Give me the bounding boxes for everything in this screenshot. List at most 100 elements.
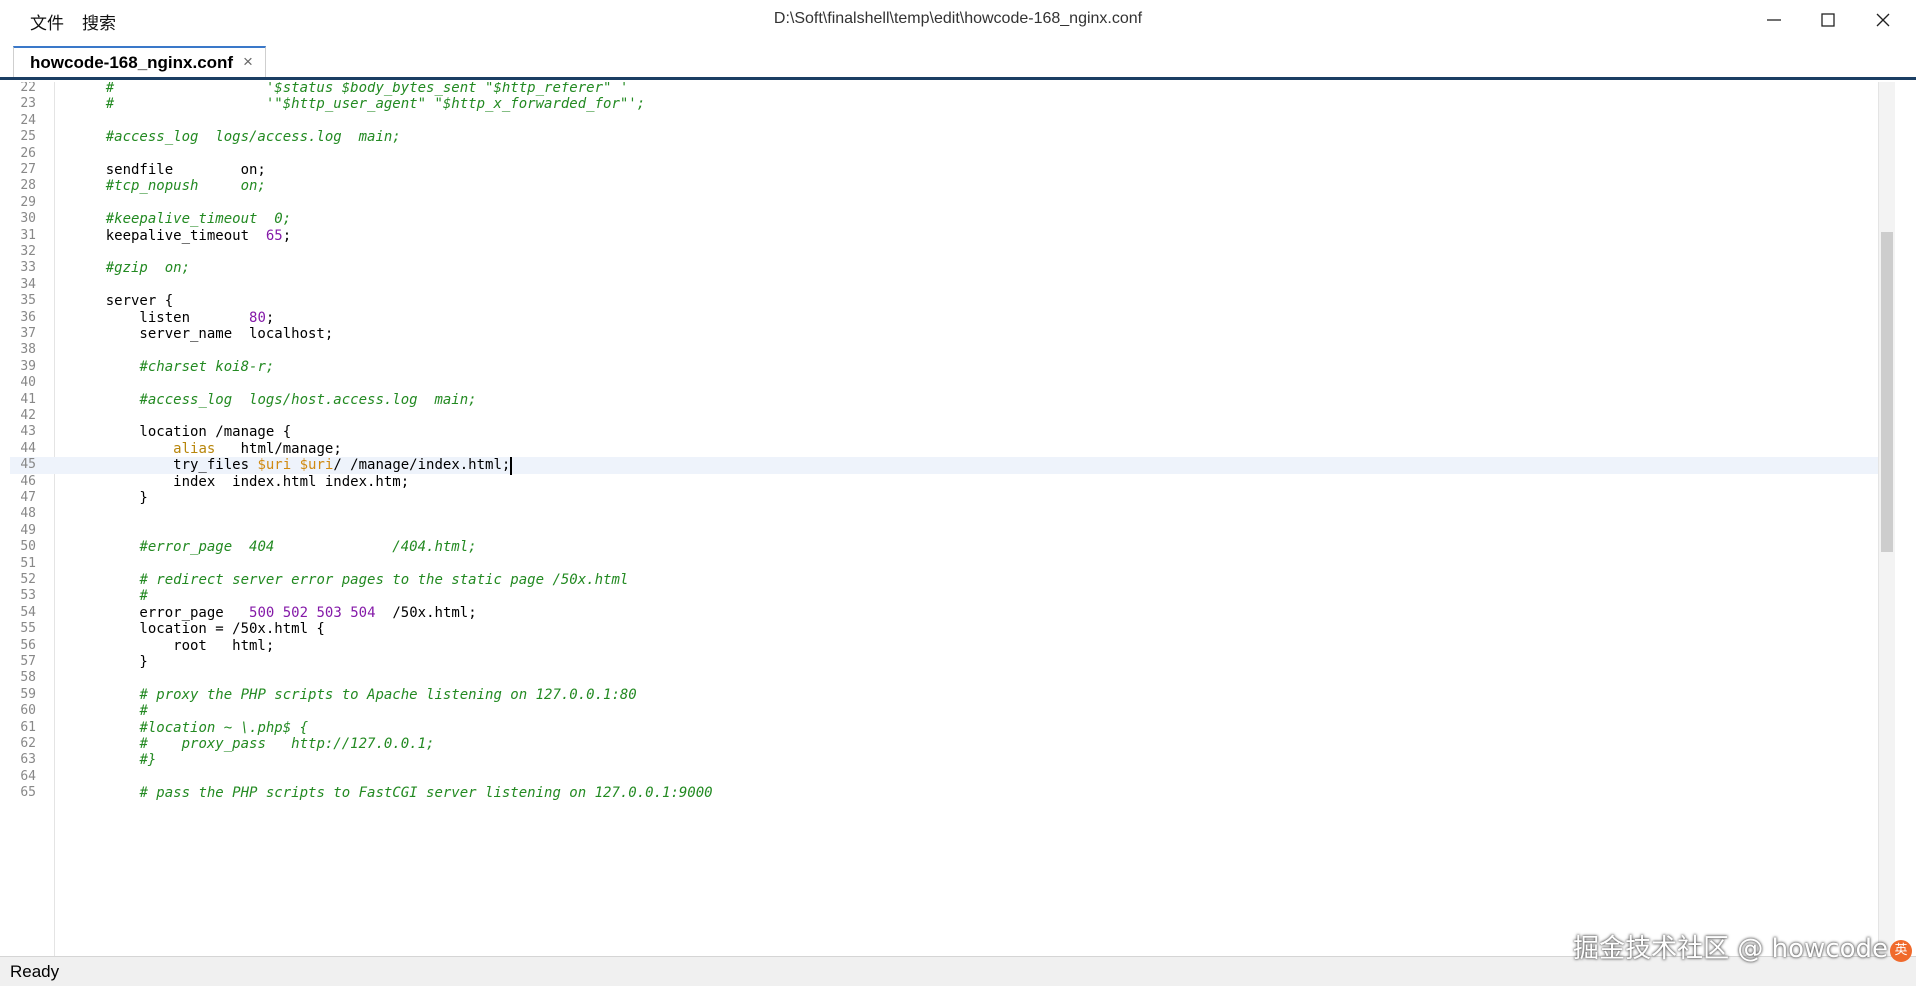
line-number: 56 — [20, 637, 36, 653]
ime-indicator[interactable]: 英 — [1890, 940, 1912, 962]
code-line[interactable]: 64 — [10, 769, 1878, 785]
code-line[interactable]: 22 # '$status $body_bytes_sent "$http_re… — [10, 82, 1878, 96]
code-line[interactable]: 24 — [10, 113, 1878, 129]
line-number: 31 — [20, 227, 36, 243]
tab-nginx-conf[interactable]: howcode-168_nginx.conf × — [13, 46, 266, 78]
line-code: location = /50x.html { — [72, 621, 325, 638]
line-number: 49 — [20, 522, 36, 538]
close-button[interactable] — [1855, 0, 1911, 40]
line-number: 62 — [20, 736, 36, 751]
line-number: 34 — [20, 276, 36, 292]
code-line[interactable]: 65 # pass the PHP scripts to FastCGI ser… — [10, 785, 1878, 801]
code-line[interactable]: 55 location = /50x.html { — [10, 621, 1878, 637]
code-line[interactable]: 30 #keepalive_timeout 0; — [10, 211, 1878, 227]
tab-close-icon[interactable]: × — [243, 52, 253, 72]
code-line[interactable]: 27 sendfile on; — [10, 162, 1878, 178]
line-number: 59 — [20, 686, 36, 702]
code-line[interactable]: 26 — [10, 146, 1878, 162]
line-number: 54 — [20, 604, 36, 620]
code-line[interactable]: 36 listen 80; — [10, 310, 1878, 326]
code-line[interactable]: 49 — [10, 523, 1878, 539]
scrollbar-thumb[interactable] — [1881, 232, 1893, 552]
line-code: #error_page 404 /404.html; — [139, 539, 477, 556]
code-line[interactable]: 35 server { — [10, 293, 1878, 309]
code-line[interactable]: 38 — [10, 342, 1878, 358]
code-line[interactable]: 44 alias html/manage; — [10, 441, 1878, 457]
close-icon — [1876, 13, 1890, 27]
line-code: sendfile on; — [72, 162, 266, 178]
line-number: 60 — [20, 703, 36, 719]
line-number: 26 — [20, 145, 36, 161]
line-code: #} — [139, 752, 157, 769]
code-line[interactable]: 46 index index.html index.htm; — [10, 474, 1878, 490]
text-caret — [510, 457, 513, 476]
code-line[interactable]: 51 — [10, 556, 1878, 572]
code-line[interactable]: 57 } — [10, 654, 1878, 670]
minimize-button[interactable] — [1746, 0, 1802, 40]
code-line[interactable]: 45 try_files $uri $uri/ /manage/index.ht… — [10, 457, 1878, 476]
code-line[interactable]: 60 # — [10, 703, 1878, 719]
menu-file[interactable]: 文件 — [30, 9, 64, 34]
code-editor[interactable]: 22 # '$status $body_bytes_sent "$http_re… — [10, 82, 1878, 956]
maximize-icon — [1821, 13, 1835, 27]
code-line[interactable]: 39 #charset koi8-r; — [10, 359, 1878, 375]
code-line[interactable]: 23 # '"$http_user_agent" "$http_x_forwar… — [10, 96, 1878, 112]
code-line[interactable]: 52 # redirect server error pages to the … — [10, 572, 1878, 588]
line-code: try_files $uri $uri/ /manage/index.html; — [72, 457, 513, 476]
line-code: #access_log logs/access.log main; — [105, 129, 401, 146]
line-code: # proxy_pass http://127.0.0.1; — [139, 736, 435, 752]
code-line[interactable]: 54 error_page 500 502 503 504 /50x.html; — [10, 605, 1878, 621]
code-line[interactable]: 33 #gzip on; — [10, 260, 1878, 276]
tab-bar — [0, 40, 1916, 78]
line-number: 55 — [20, 621, 36, 637]
line-code: keepalive_timeout 65; — [72, 227, 292, 244]
title-bar: 文件 搜索 D:\Soft\finalshell\temp\edit\howco… — [0, 0, 1916, 40]
code-line[interactable]: 41 #access_log logs/host.access.log main… — [10, 392, 1878, 408]
code-line[interactable]: 43 location /manage { — [10, 424, 1878, 440]
line-code: #charset koi8-r; — [139, 358, 275, 375]
line-number: 58 — [20, 670, 36, 686]
code-line[interactable]: 56 root html; — [10, 638, 1878, 654]
line-number: 47 — [20, 490, 36, 505]
line-code: # proxy the PHP scripts to Apache listen… — [139, 686, 637, 703]
line-code: # redirect server error pages to the sta… — [139, 572, 629, 588]
line-number: 25 — [20, 129, 36, 145]
code-line[interactable]: 40 — [10, 375, 1878, 391]
maximize-button[interactable] — [1800, 0, 1856, 40]
code-line[interactable]: 61 #location ~ \.php$ { — [10, 720, 1878, 736]
code-line[interactable]: 25 #access_log logs/access.log main; — [10, 129, 1878, 145]
code-line[interactable]: 31 keepalive_timeout 65; — [10, 228, 1878, 244]
line-number: 33 — [20, 260, 36, 276]
line-number: 35 — [20, 293, 36, 309]
line-code: error_page 500 502 503 504 /50x.html; — [72, 604, 477, 621]
code-line[interactable]: 28 #tcp_nopush on; — [10, 178, 1878, 194]
line-code: #tcp_nopush on; — [105, 178, 266, 195]
line-number: 24 — [20, 112, 36, 128]
line-number: 48 — [20, 506, 36, 522]
line-code: } — [72, 654, 148, 670]
line-code: #access_log logs/host.access.log main; — [139, 391, 477, 408]
code-line[interactable]: 32 — [10, 244, 1878, 260]
code-line[interactable]: 37 server_name localhost; — [10, 326, 1878, 342]
line-code: location /manage { — [72, 424, 292, 441]
line-number: 36 — [20, 309, 36, 325]
code-line[interactable]: 29 — [10, 195, 1878, 211]
code-line[interactable]: 63 #} — [10, 752, 1878, 768]
line-number: 45 — [20, 457, 36, 473]
line-code: # '$status $body_bytes_sent "$http_refer… — [105, 82, 629, 96]
tab-divider — [0, 77, 1916, 80]
code-line[interactable]: 34 — [10, 277, 1878, 293]
code-line[interactable]: 47 } — [10, 490, 1878, 506]
code-line[interactable]: 48 — [10, 506, 1878, 522]
vertical-scrollbar[interactable] — [1878, 82, 1895, 956]
code-line[interactable]: 62 # proxy_pass http://127.0.0.1; — [10, 736, 1878, 752]
code-line[interactable]: 42 — [10, 408, 1878, 424]
code-line[interactable]: 59 # proxy the PHP scripts to Apache lis… — [10, 687, 1878, 703]
code-line[interactable]: 50 #error_page 404 /404.html; — [10, 539, 1878, 555]
menu-search[interactable]: 搜索 — [82, 9, 116, 34]
line-number: 64 — [20, 768, 36, 784]
line-number: 28 — [20, 178, 36, 194]
line-number: 46 — [20, 473, 36, 489]
code-line[interactable]: 58 — [10, 670, 1878, 686]
code-line[interactable]: 53 # — [10, 588, 1878, 604]
